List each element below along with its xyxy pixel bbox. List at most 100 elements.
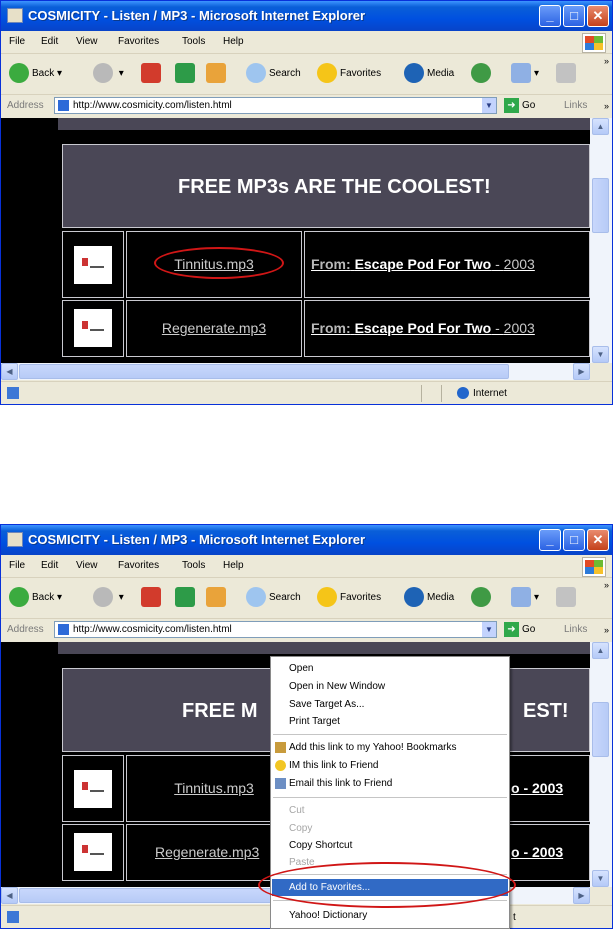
horizontal-scrollbar[interactable]: ◀ ▶ (1, 363, 590, 380)
go-button[interactable]: ➜ Go (504, 98, 535, 114)
menu-item-copy-shortcut[interactable]: Copy Shortcut (272, 837, 508, 854)
address-dropdown-icon[interactable]: ▼ (482, 622, 496, 637)
stop-button[interactable] (141, 61, 164, 87)
mail-button[interactable]: ▾ (511, 61, 539, 87)
menu-tools[interactable]: Tools (182, 31, 205, 53)
title-bar[interactable]: COSMICITY - Listen / MP3 - Microsoft Int… (1, 1, 612, 31)
home-button[interactable] (206, 585, 229, 611)
refresh-button[interactable] (175, 61, 198, 87)
media-button[interactable]: Media (404, 585, 454, 611)
home-button[interactable] (206, 61, 229, 87)
maximize-button[interactable]: □ (563, 529, 585, 551)
annotation-oval (154, 247, 284, 279)
scroll-right-icon[interactable]: ▶ (573, 887, 590, 904)
album-year: 2003 (503, 320, 535, 336)
menu-file[interactable]: File (9, 555, 25, 577)
horizontal-scroll-thumb[interactable] (19, 364, 509, 379)
minimize-button[interactable]: _ (539, 5, 561, 27)
menu-tools[interactable]: Tools (182, 555, 205, 577)
go-button[interactable]: ➜ Go (504, 622, 535, 638)
toolbar-overflow-icon[interactable]: » (604, 56, 609, 66)
from-link[interactable]: From: Escape Pod For Two - 2003 (311, 320, 535, 336)
album-thumbnail[interactable] (74, 246, 112, 284)
scroll-right-icon[interactable]: ▶ (573, 363, 590, 380)
internet-globe-icon (457, 387, 469, 400)
address-dropdown-icon[interactable]: ▼ (482, 98, 496, 113)
menu-item-open[interactable]: Open (272, 660, 508, 677)
forward-button[interactable]: ▾ (93, 61, 124, 87)
menu-item-im-friend[interactable]: IM this link to Friend (272, 757, 508, 774)
address-input[interactable]: http://www.cosmicity.com/listen.html ▼ (54, 97, 497, 114)
menu-view[interactable]: View (76, 555, 98, 577)
from-link[interactable]: o - 2003 (511, 844, 563, 860)
menu-item-open-new-window[interactable]: Open in New Window (272, 678, 508, 695)
minimize-button[interactable]: _ (539, 529, 561, 551)
vertical-scrollbar[interactable]: ▲ ▼ (590, 642, 612, 887)
menu-item-print-target[interactable]: Print Target (272, 713, 508, 730)
menu-item-yahoo-dictionary[interactable]: Yahoo! Dictionary (272, 907, 508, 924)
scroll-down-icon[interactable]: ▼ (592, 346, 609, 363)
vertical-scrollbar[interactable]: ▲ ▼ (590, 118, 612, 363)
windows-logo-icon (582, 557, 606, 577)
home-icon (206, 63, 226, 84)
print-icon (556, 63, 576, 84)
album-thumbnail[interactable] (74, 833, 112, 871)
back-button[interactable]: Back ▾ (9, 585, 62, 611)
menu-favorites[interactable]: Favorites (118, 555, 159, 577)
forward-button[interactable]: ▾ (93, 585, 124, 611)
from-link[interactable]: From: Escape Pod For Two - 2003 (311, 256, 535, 272)
stop-button[interactable] (141, 585, 164, 611)
close-button[interactable]: ✕ (587, 529, 609, 551)
page-status-icon (7, 911, 19, 923)
menu-favorites[interactable]: Favorites (118, 31, 159, 53)
close-button[interactable]: ✕ (587, 5, 609, 27)
maximize-button[interactable]: □ (563, 5, 585, 27)
vertical-scroll-thumb[interactable] (592, 702, 609, 757)
page-icon (58, 100, 69, 111)
history-button[interactable] (471, 585, 494, 611)
search-button[interactable]: Search (246, 61, 301, 87)
links-button[interactable]: Links (564, 619, 587, 641)
vertical-scroll-thumb[interactable] (592, 178, 609, 233)
media-button[interactable]: Media (404, 61, 454, 87)
favorites-button[interactable]: Favorites (317, 61, 381, 87)
back-button[interactable]: Back ▾ (9, 61, 62, 87)
scroll-left-icon[interactable]: ◀ (1, 887, 18, 904)
scroll-left-icon[interactable]: ◀ (1, 363, 18, 380)
search-button[interactable]: Search (246, 585, 301, 611)
scroll-down-icon[interactable]: ▼ (592, 870, 609, 887)
menu-edit[interactable]: Edit (41, 555, 58, 577)
scroll-up-icon[interactable]: ▲ (592, 642, 609, 659)
print-button[interactable] (556, 61, 579, 87)
menu-help[interactable]: Help (223, 555, 244, 577)
row-from-cell: From: Escape Pod For Two - 2003 (304, 231, 590, 298)
from-link[interactable]: o - 2003 (511, 780, 563, 796)
album-thumbnail[interactable] (74, 309, 112, 347)
history-button[interactable] (471, 61, 494, 87)
menu-item-email-friend[interactable]: Email this link to Friend (272, 775, 508, 792)
star-icon (317, 63, 337, 84)
print-button[interactable] (556, 585, 579, 611)
favorites-button[interactable]: Favorites (317, 585, 381, 611)
menu-file[interactable]: File (9, 31, 25, 53)
album-thumbnail[interactable] (74, 770, 112, 808)
song-link-regenerate[interactable]: Regenerate.mp3 (127, 320, 301, 336)
refresh-button[interactable] (175, 585, 198, 611)
links-overflow-icon[interactable]: » (604, 95, 609, 117)
row-thumb-cell (62, 300, 124, 357)
links-overflow-icon[interactable]: » (604, 619, 609, 641)
menu-item-save-target[interactable]: Save Target As... (272, 696, 508, 713)
title-bar[interactable]: COSMICITY - Listen / MP3 - Microsoft Int… (1, 525, 612, 555)
go-label: Go (522, 624, 536, 635)
address-input[interactable]: http://www.cosmicity.com/listen.html ▼ (54, 621, 497, 638)
menu-help[interactable]: Help (223, 31, 244, 53)
menu-view[interactable]: View (76, 31, 98, 53)
menu-edit[interactable]: Edit (41, 31, 58, 53)
page-top-strip (58, 118, 590, 130)
mail-button[interactable]: ▾ (511, 585, 539, 611)
menu-item-yahoo-bookmark[interactable]: Add this link to my Yahoo! Bookmarks (272, 739, 508, 756)
links-button[interactable]: Links (564, 95, 587, 117)
security-zone: Internet (457, 382, 507, 404)
scroll-up-icon[interactable]: ▲ (592, 118, 609, 135)
toolbar-overflow-icon[interactable]: » (604, 580, 609, 590)
